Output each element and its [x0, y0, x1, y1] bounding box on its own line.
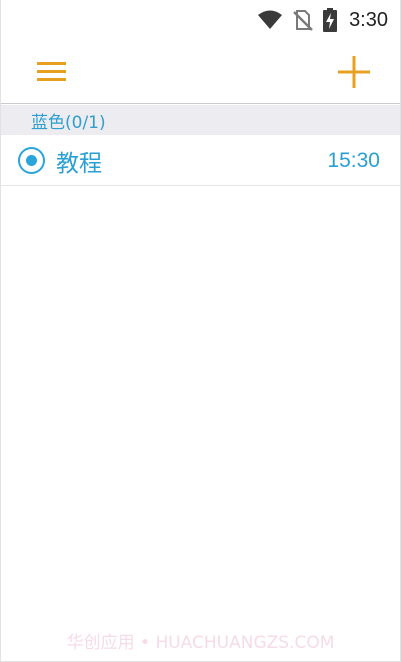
plus-icon[interactable]	[338, 55, 370, 88]
list-item[interactable]: 教程 15:30	[1, 136, 400, 186]
item-title: 教程	[56, 150, 102, 177]
hamburger-menu-icon[interactable]	[37, 61, 66, 82]
item-time: 15:30	[327, 148, 380, 172]
radio-dot	[26, 155, 37, 166]
app-screen: 3:30 蓝色(0/1) 教程 15:30 华创应用 • HUACHUANGZS…	[0, 0, 401, 662]
no-sim-icon	[293, 9, 313, 31]
status-time: 3:30	[349, 8, 388, 31]
section-header: 蓝色(0/1)	[1, 105, 400, 135]
watermark: 华创应用 • HUACHUANGZS.COM	[66, 633, 335, 653]
wifi-icon	[257, 10, 283, 30]
toolbar	[1, 40, 400, 104]
status-bar: 3:30	[1, 0, 400, 40]
battery-charging-icon	[323, 8, 338, 32]
radio-selected-icon[interactable]	[18, 147, 45, 174]
